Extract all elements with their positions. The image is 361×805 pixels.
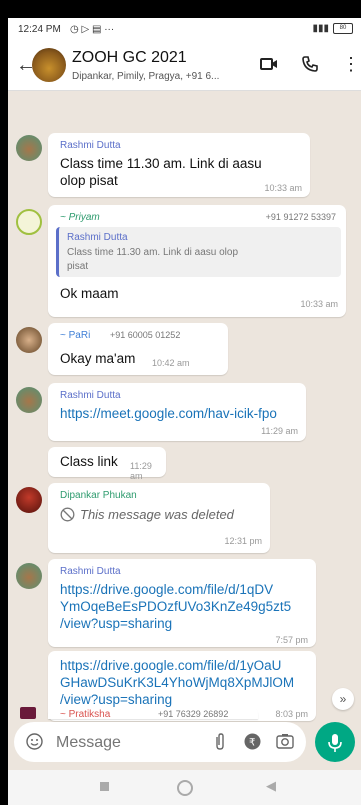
notification-icons: ◷ ▷ ▤ ··· — [70, 24, 115, 35]
message-link[interactable]: https://meet.google.com/hav-icik-fpo — [60, 405, 277, 422]
group-title[interactable]: ZOOH GC 2021 — [72, 49, 187, 67]
message-sender[interactable]: Rashmi Dutta — [60, 390, 121, 401]
message-link[interactable]: /view?usp=sharing — [60, 691, 172, 708]
message-bubble[interactable]: ~ PaRi +91 60005 01252 Okay ma'am 10:42 … — [48, 323, 228, 375]
chat-header[interactable]: ← ZOOH GC 2021 Dipankar, Pimily, Pragya,… — [8, 40, 361, 91]
status-right: ▮▮▮ 80 — [312, 23, 353, 34]
avatar[interactable] — [16, 135, 42, 161]
quoted-text: Class time 11.30 am. Link di aasu olop — [67, 247, 239, 258]
message-time: 11:29 am — [130, 461, 152, 481]
message-bubble[interactable]: Rashmi Dutta Class time 11.30 am. Link d… — [48, 133, 310, 197]
system-nav-bar: ◀ — [8, 770, 361, 805]
mic-icon[interactable] — [315, 722, 355, 762]
group-avatar[interactable] — [32, 48, 66, 82]
message-time: 12:31 pm — [224, 536, 262, 546]
more-options-icon[interactable]: ⋮ — [342, 54, 360, 75]
message-text: olop pisat — [60, 173, 118, 188]
message-bubble[interactable]: Dipankar Phukan This message was deleted… — [48, 483, 270, 553]
back-button-icon[interactable]: ◀ — [266, 778, 276, 794]
signal-icon: ▮▮▮ — [312, 23, 329, 34]
emoji-icon[interactable] — [26, 733, 43, 755]
status-bar: 12:24 PM ◷ ▷ ▤ ··· ▮▮▮ 80 — [8, 18, 361, 40]
message-text: Okay ma'am — [60, 351, 136, 366]
svg-text:₹: ₹ — [249, 738, 255, 749]
message-text: Ok maam — [60, 286, 119, 301]
quoted-message[interactable]: Rashmi Dutta Class time 11.30 am. Link d… — [56, 227, 341, 277]
message-time: 10:42 am — [152, 358, 190, 368]
battery-icon: 80 — [333, 23, 353, 34]
quoted-text: pisat — [67, 261, 89, 272]
home-button-icon[interactable] — [177, 780, 193, 796]
camera-icon[interactable] — [276, 733, 294, 754]
voice-call-icon[interactable] — [302, 56, 318, 77]
chat-screen: 12:24 PM ◷ ▷ ▤ ··· ▮▮▮ 80 ← ZOOH GC 2021… — [8, 18, 361, 805]
avatar[interactable] — [16, 563, 42, 589]
message-list[interactable]: Rashmi Dutta Class time 11.30 am. Link d… — [8, 91, 361, 721]
message-time: 10:33 am — [264, 183, 302, 193]
composer-bar: ₹ — [8, 718, 361, 770]
video-call-icon[interactable] — [260, 56, 278, 77]
message-input[interactable] — [54, 731, 198, 755]
message-text: Class time 11.30 am. Link di aasu — [60, 156, 262, 171]
group-members[interactable]: Dipankar, Pimily, Pragya, +91 6... — [72, 71, 219, 82]
message-sender[interactable]: ~ PaRi — [60, 330, 90, 341]
message-bubble[interactable]: ~ Priyam +91 91272 53397 Rashmi Dutta Cl… — [48, 205, 346, 317]
attach-icon[interactable] — [214, 733, 226, 756]
message-link[interactable]: /view?usp=sharing — [60, 615, 172, 632]
message-sender[interactable]: Rashmi Dutta — [60, 140, 121, 151]
message-link[interactable]: GHawDSuKrK3L4YhoWjMq8XpMJlOM — [60, 674, 294, 691]
message-time: 11:29 am — [261, 426, 298, 436]
message-link[interactable]: https://drive.google.com/file/d/1yOaU — [60, 657, 281, 674]
avatar[interactable] — [16, 327, 42, 353]
message-sender[interactable]: ~ Priyam — [60, 212, 100, 223]
recents-button-icon[interactable] — [100, 782, 109, 791]
message-input-box[interactable]: ₹ — [14, 722, 306, 762]
message-bubble[interactable]: Rashmi Dutta https://drive.google.com/fi… — [48, 559, 316, 647]
payment-icon[interactable]: ₹ — [244, 733, 261, 755]
message-text: This message was deleted — [80, 507, 234, 522]
deleted-icon — [60, 507, 75, 527]
message-bubble[interactable]: Class link 11:29 am — [48, 447, 166, 481]
status-time: 12:24 PM — [18, 24, 61, 35]
avatar[interactable] — [16, 209, 42, 235]
avatar[interactable] — [16, 387, 42, 413]
message-bubble[interactable]: Rashmi Dutta https://meet.google.com/hav… — [48, 383, 306, 441]
message-link[interactable]: YmOqeBeEsPDOzfUVo3KnZe49g5zt5 — [60, 598, 291, 615]
message-time: 7:57 pm — [275, 635, 308, 645]
message-sender[interactable]: Dipankar Phukan — [60, 490, 137, 501]
quoted-sender: Rashmi Dutta — [67, 232, 128, 243]
sender-phone: +91 60005 01252 — [110, 330, 181, 340]
message-text: Class link — [60, 454, 118, 469]
message-sender[interactable]: Rashmi Dutta — [60, 566, 121, 577]
message-time: 10:33 am — [300, 299, 338, 309]
message-link[interactable]: https://drive.google.com/file/d/1qDV — [60, 581, 273, 598]
scroll-down-icon[interactable]: » — [332, 688, 354, 710]
sender-phone: +91 91272 53397 — [265, 212, 336, 222]
avatar[interactable] — [16, 487, 42, 513]
